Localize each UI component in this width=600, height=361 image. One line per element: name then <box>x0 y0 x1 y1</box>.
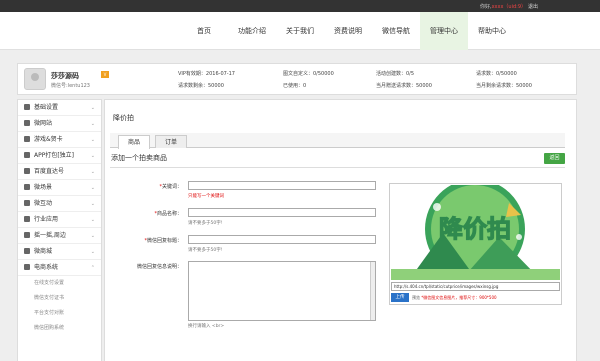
back-button[interactable]: 返回 <box>544 153 565 164</box>
reply-title-label: *微信回复标题： <box>144 238 182 244</box>
chevron-down-icon: ⌄ <box>90 153 95 159</box>
sidebar-item-shake[interactable]: 摇一摇,周边 ⌄ <box>18 228 101 244</box>
form-title: 添加一个拍卖商品 <box>111 154 167 162</box>
stat-month-req-left: 当月赠送请求数：50000 <box>376 83 432 89</box>
gamepad-icon <box>24 136 30 142</box>
banner-text: 降价拍 <box>439 215 511 243</box>
user-link[interactable]: xxxx（uid:9） <box>492 4 526 10</box>
logout-link[interactable]: 退出 <box>528 3 538 10</box>
sidebar-item-basic-settings[interactable]: 基础设置 ⌄ <box>18 100 101 116</box>
sidebar-item-app-pack[interactable]: APP打包[独立] ⌄ <box>18 148 101 164</box>
baidu-icon <box>24 168 30 174</box>
reply-title-hint: 请不要多于50字! <box>188 248 223 253</box>
keyword-input[interactable] <box>188 181 376 190</box>
nav-about[interactable]: 关于我们 <box>276 12 324 50</box>
sidebar-subitem-groupbuy[interactable]: 微信团购系统 <box>18 321 101 336</box>
stat-month-gift-left: 当月剩余请求数：50000 <box>476 83 532 89</box>
tab-bar: 商品 订单 <box>110 133 565 149</box>
nav-pricing[interactable]: 资费说明 <box>324 12 372 50</box>
sidebar-item-industry[interactable]: 行业应用 ⌄ <box>18 212 101 228</box>
chevron-down-icon: ⌄ <box>90 169 95 175</box>
chevron-up-icon: ⌃ <box>90 265 95 271</box>
chevron-down-icon: ⌄ <box>90 185 95 191</box>
reply-desc-textarea[interactable] <box>188 261 376 321</box>
nav-admin-center[interactable]: 管理中心 <box>420 12 468 50</box>
chevron-down-icon: ⌄ <box>90 137 95 143</box>
product-name-input[interactable] <box>188 208 376 217</box>
header: 首页 功能介绍 关于我们 资费说明 微信导航 管理中心 帮助中心 <box>0 12 600 50</box>
sidebar-subitem-payment[interactable]: 在线支付设置 <box>18 276 101 291</box>
stat-diy-reply: 图文自定义：0/50000 <box>283 71 334 77</box>
sidebar-item-scene[interactable]: 微场景 ⌄ <box>18 180 101 196</box>
product-name-label: *商品名称： <box>154 211 182 217</box>
account-name: 莎莎源码 <box>51 72 79 80</box>
upload-button[interactable]: 上传 <box>391 293 409 302</box>
stat-used: 已使用：0 <box>283 83 307 89</box>
main-nav: 首页 功能介绍 关于我们 资费说明 微信导航 管理中心 帮助中心 <box>180 12 516 50</box>
stat-vip: VIP有效期：2016-07-17 <box>178 71 235 77</box>
auction-banner-graphic: 降价拍 <box>391 179 560 280</box>
chevron-down-icon: ⌄ <box>90 217 95 223</box>
reply-title-input[interactable] <box>188 235 376 244</box>
preview-link[interactable]: 预览 <box>412 295 420 300</box>
tab-products[interactable]: 商品 <box>118 135 150 149</box>
shake-icon <box>24 232 30 238</box>
sidebar-item-games[interactable]: 游戏&贺卡 ⌄ <box>18 132 101 148</box>
keyword-hint: 只能写一个关键词 <box>188 194 224 199</box>
shop-icon <box>24 264 30 270</box>
banner-image: 降价拍 <box>391 179 560 280</box>
sidebar-subitem-cert[interactable]: 微信支付证书 <box>18 291 101 306</box>
scrollbar[interactable] <box>370 262 375 320</box>
home-icon <box>24 120 30 126</box>
chevron-down-icon: ⌄ <box>90 121 95 127</box>
chevron-down-icon: ⌄ <box>90 233 95 239</box>
sidebar-item-micro-site[interactable]: 微网站 ⌄ <box>18 116 101 132</box>
account-profile: 莎莎源码 V 微信号:lentu123 VIP有效期：2016-07-17 请求… <box>17 63 577 95</box>
nav-features[interactable]: 功能介绍 <box>228 12 276 50</box>
sidebar-item-mall[interactable]: 微商城 ⌄ <box>18 244 101 260</box>
nav-wechat-guide[interactable]: 微信导航 <box>372 12 420 50</box>
stat-req-count: 请求数：0/50000 <box>476 71 517 77</box>
tab-orders[interactable]: 订单 <box>155 135 187 148</box>
welcome-text: 你好,xxxx（uid:9） <box>479 4 526 10</box>
cart-icon <box>24 248 30 254</box>
auction-form: *关键词： 只能写一个关键词 *商品名称： 请不要多于50字! *微信回复标题：… <box>110 167 565 329</box>
sidebar-subitem-reconcile[interactable]: 平台支付对账 <box>18 306 101 321</box>
chevron-down-icon: ⌄ <box>90 249 95 255</box>
main-panel: 降价拍 商品 订单 添加一个拍卖商品 返回 *关键词： 只能写一个关键词 *商品… <box>104 99 577 361</box>
sidebar-item-ecommerce[interactable]: 电商系统 ⌃ <box>18 260 101 276</box>
reply-desc-label: 微信回复信息说明： <box>136 264 182 270</box>
keyword-label: *关键词： <box>159 184 182 190</box>
list-icon <box>24 104 30 110</box>
nav-home[interactable]: 首页 <box>180 12 228 50</box>
chevron-down-icon: ⌄ <box>90 105 95 111</box>
sidebar-item-baidu[interactable]: 百度直达号 ⌄ <box>18 164 101 180</box>
verified-badge: V <box>101 71 109 78</box>
image-panel: 降价拍 http://s.404.cn/tpl/static/cutprice/… <box>389 179 562 305</box>
avatar <box>24 68 46 90</box>
sidebar-item-interact[interactable]: 微互动 ⌄ <box>18 196 101 212</box>
reply-desc-hint: 换行请输入 <br> <box>188 324 225 329</box>
gear-icon <box>24 152 30 158</box>
wechat-id: 微信号:lentu123 <box>51 83 90 89</box>
folder-icon <box>24 216 30 222</box>
top-bar: 你好,xxxx（uid:9） 退出 <box>0 0 600 12</box>
nav-help[interactable]: 帮助中心 <box>468 12 516 50</box>
page-title: 降价拍 <box>113 114 134 122</box>
stat-activity: 活动创建数：0/5 <box>376 71 415 77</box>
stat-req-left: 请求数剩余：50000 <box>178 83 224 89</box>
scene-icon <box>24 184 30 190</box>
chevron-down-icon: ⌄ <box>90 201 95 207</box>
image-hint: 预览 *微信图文信息图片，推荐尺寸：900*500 <box>412 295 497 300</box>
sidebar: 基础设置 ⌄ 微网站 ⌄ 游戏&贺卡 ⌄ APP打包[独立] ⌄ 百度直达号 ⌄ 微场景 ⌄… <box>17 99 102 361</box>
interact-icon <box>24 200 30 206</box>
image-url-input[interactable]: http://s.404.cn/tpl/static/cutprice/imag… <box>391 282 560 291</box>
product-name-hint: 请不要多于50字! <box>188 221 223 226</box>
